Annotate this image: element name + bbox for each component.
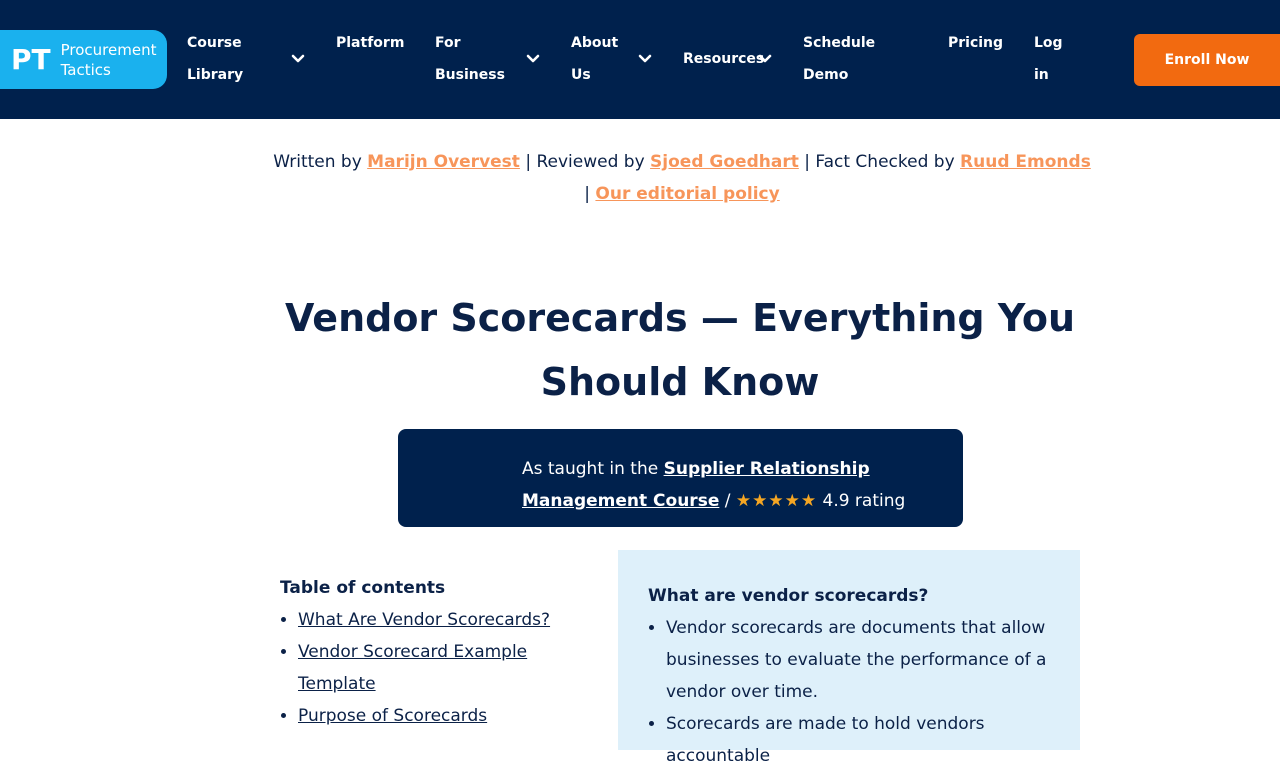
nav-item-label: Library — [187, 67, 244, 83]
fact-checker-link[interactable]: Ruud Emonds — [960, 152, 1091, 172]
page-title: Vendor Scorecards — Everything You Shoul… — [284, 296, 1076, 404]
logo-mark: PT — [11, 43, 51, 76]
editorial-policy-link[interactable]: Our editorial policy — [595, 184, 779, 204]
summary-box: What are vendor scorecards? Vendor score… — [618, 550, 1080, 766]
fact-checked-label: | Fact Checked by — [798, 152, 961, 172]
nav-item-label: Pricing — [948, 35, 1004, 51]
toc-item: Vendor Scorecard Example Template — [298, 636, 580, 700]
enroll-now-button[interactable]: Enroll Now — [1134, 34, 1280, 86]
nav-item-pricing[interactable]: Pricing — [948, 27, 1003, 59]
nav-item-label: Resources — [683, 51, 765, 67]
byline: Written by Marijn Overvest | Reviewed by… — [270, 146, 1094, 210]
summary-item: Scorecards are made to hold vendors acco… — [666, 708, 1050, 772]
nav-item-label: For — [435, 35, 461, 51]
nav-item-label: in — [1034, 67, 1049, 83]
nav-item-log-in[interactable]: Log in — [1034, 27, 1063, 91]
written-by-label: Written by — [273, 152, 368, 172]
course-prefix: As taught in the — [522, 459, 664, 479]
course-link-line1: Supplier Relationship — [663, 459, 870, 479]
reviewer-link[interactable]: Sjoed Goedhart — [650, 152, 799, 172]
reviewed-by-label: | Reviewed by — [519, 152, 651, 172]
chevron-down-icon[interactable] — [757, 51, 773, 67]
summary-heading: What are vendor scorecards? — [648, 586, 929, 606]
table-of-contents: Table of contents What Are Vendor Scorec… — [280, 574, 580, 732]
chevron-down-icon[interactable] — [290, 51, 306, 67]
nav-item-label: Us — [571, 67, 591, 83]
toc-link[interactable]: Vendor Scorecard Example Template — [298, 642, 527, 694]
summary-item: Vendor scorecards are documents that all… — [666, 612, 1050, 708]
course-link-line2: Management Course — [522, 491, 720, 511]
nav-item-label: Platform — [336, 35, 405, 51]
rating-text: 4.9 rating — [817, 491, 906, 511]
nav-item-schedule-demo[interactable]: Schedule Demo — [803, 27, 875, 91]
chevron-down-icon[interactable] — [525, 51, 541, 67]
toc-link[interactable]: Purpose of Scorecards — [298, 706, 487, 726]
toc-item: Purpose of Scorecards — [298, 700, 580, 732]
course-banner: As taught in the Supplier Relationship Ma… — [398, 429, 963, 527]
nav-item-label: Course — [187, 35, 242, 51]
nav-item-label: About — [571, 35, 619, 51]
logo-line2: Tactics — [60, 60, 111, 79]
toc-list: What Are Vendor Scorecards? Vendor Score… — [298, 604, 580, 732]
author-link[interactable]: Marijn Overvest — [367, 152, 520, 172]
nav-item-label: Business — [435, 67, 505, 83]
course-separator: / — [719, 491, 736, 511]
nav-item-about-us[interactable]: About Us — [571, 27, 618, 91]
logo-text: Procurement Tactics — [61, 40, 157, 80]
nav-item-label: Log — [1034, 35, 1063, 51]
nav-item-label: Demo — [803, 67, 849, 83]
nav-item-label: Schedule — [803, 35, 876, 51]
byline-separator: | — [584, 184, 596, 204]
nav-item-platform[interactable]: Platform — [336, 27, 404, 59]
chevron-down-icon[interactable] — [637, 51, 653, 67]
toc-link[interactable]: What Are Vendor Scorecards? — [298, 610, 550, 630]
star-rating-icon: ★★★★★ — [735, 491, 818, 511]
nav-item-for-business[interactable]: For Business — [435, 27, 505, 91]
top-navbar: PT Procurement Tactics Course Library Pl… — [0, 0, 1280, 119]
toc-heading: Table of contents — [280, 578, 446, 598]
nav-item-course-library[interactable]: Course Library — [187, 27, 243, 91]
logo-line1: Procurement — [60, 40, 157, 59]
nav-item-resources[interactable]: Resources — [683, 43, 764, 75]
logo[interactable]: PT Procurement Tactics — [0, 30, 167, 89]
toc-item: What Are Vendor Scorecards? — [298, 604, 580, 636]
summary-list: Vendor scorecards are documents that all… — [666, 612, 1050, 772]
